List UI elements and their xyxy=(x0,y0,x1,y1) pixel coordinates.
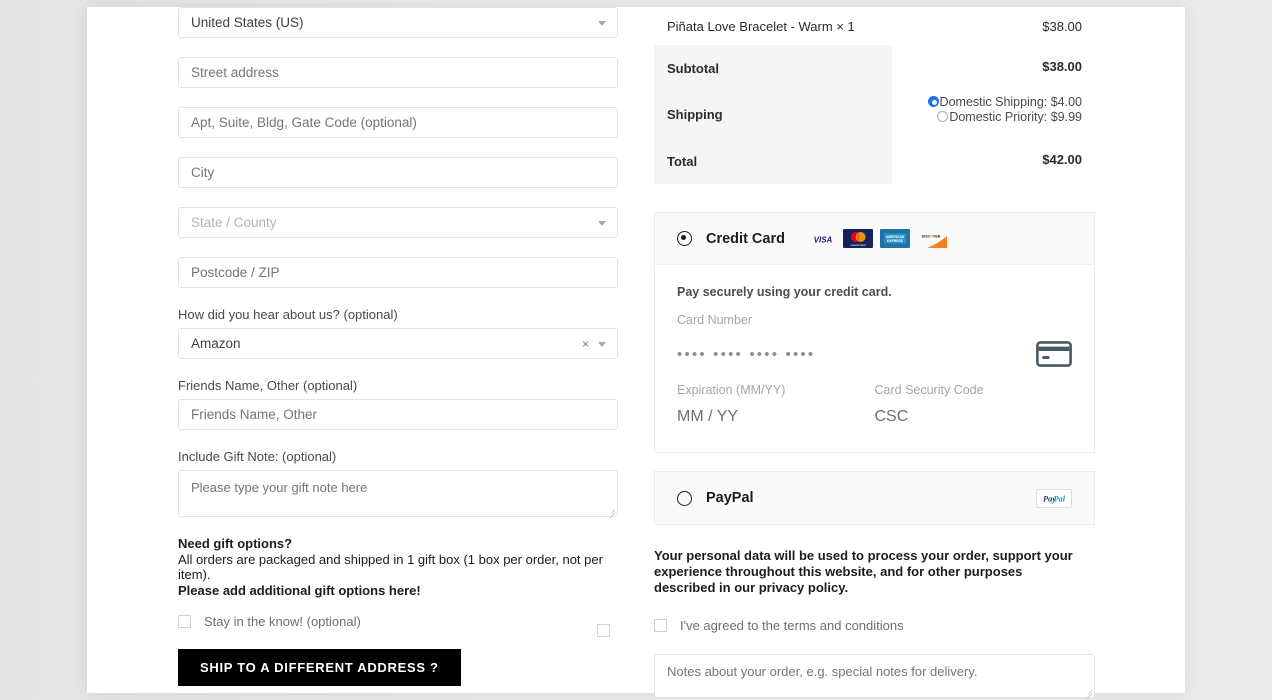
paypal-header[interactable]: PayPal Pay Pal xyxy=(655,472,1094,524)
expiration-field-group: Expiration (MM/YY) MM / YY xyxy=(677,383,875,426)
payment-method-paypal: PayPal Pay Pal xyxy=(654,471,1095,525)
hear-about-us-group: How did you hear about us? (optional) Am… xyxy=(178,307,618,359)
checkout-card: United States (US) State / County How di… xyxy=(87,7,1185,698)
terms-label: I've agreed to the terms and conditions xyxy=(680,618,904,633)
privacy-policy-text: Your personal data will be used to proce… xyxy=(654,548,1073,595)
shipping-option-priority[interactable]: Domestic Priority: $9.99 xyxy=(928,110,1082,125)
svg-text:Pal: Pal xyxy=(1054,494,1066,503)
total-value: $42.00 xyxy=(1042,152,1082,167)
subtotal-value: $38.00 xyxy=(1042,59,1082,74)
card-expiry-csc-row: Expiration (MM/YY) MM / YY Card Security… xyxy=(677,383,1072,426)
payment-method-credit-card: Credit Card VISA mastercard AMERICAN EXP… xyxy=(654,212,1095,453)
svg-text:VISA: VISA xyxy=(814,235,833,244)
order-notes-textarea[interactable] xyxy=(654,654,1095,698)
shipping-options: Domestic Shipping: $4.00 Domestic Priori… xyxy=(927,95,1082,125)
card-number-label: Card Number xyxy=(677,313,753,327)
gift-note-textarea[interactable] xyxy=(178,470,618,517)
credit-card-icon xyxy=(1036,341,1072,367)
subtotal-label: Subtotal xyxy=(667,60,719,76)
stay-in-know-row[interactable]: Stay in the know! (optional) xyxy=(178,614,618,629)
city-input[interactable] xyxy=(178,157,618,188)
visa-logo: VISA xyxy=(814,235,833,244)
page-background: United States (US) State / County How di… xyxy=(0,0,1272,700)
hear-about-us-value: Amazon xyxy=(191,336,241,351)
chevron-down-icon xyxy=(598,341,606,347)
amex-logo: AMERICAN EXPRESS xyxy=(879,229,910,248)
order-totals: Subtotal Shipping Total $38.00 Domestic … xyxy=(654,45,1095,184)
friends-name-label: Friends Name, Other (optional) xyxy=(178,378,358,393)
ship-to-different-address-button[interactable]: SHIP TO A DIFFERENT ADDRESS ? xyxy=(178,649,461,686)
subtotal-row: Subtotal xyxy=(654,45,892,91)
expiration-label: Expiration (MM/YY) xyxy=(677,383,786,397)
stay-in-know-checkbox[interactable] xyxy=(178,615,191,628)
state-select-value: State / County xyxy=(191,215,277,230)
credit-card-body: Pay securely using your credit card. Car… xyxy=(655,265,1094,452)
paypal-logo: Pay Pal xyxy=(1036,488,1072,508)
hear-about-us-label: How did you hear about us? (optional) xyxy=(178,307,398,322)
order-notes-wrap xyxy=(654,654,1095,698)
credit-card-header[interactable]: Credit Card VISA mastercard AMERICAN EXP… xyxy=(655,213,1094,265)
svg-text:mastercard: mastercard xyxy=(850,243,866,247)
gift-options-detail: All orders are packaged and shipped in 1… xyxy=(178,551,603,583)
terms-checkbox[interactable] xyxy=(654,619,667,632)
ship-different-address-checkbox[interactable] xyxy=(597,624,610,637)
state-select[interactable]: State / County xyxy=(178,207,618,238)
order-totals-panel: Subtotal Shipping Total xyxy=(654,45,892,184)
gift-options-heading: Need gift options? xyxy=(178,536,293,551)
card-brand-logos: VISA mastercard AMERICAN EXPRESS DISCOVE… xyxy=(810,229,947,248)
mastercard-logo: mastercard xyxy=(842,229,873,248)
svg-text:EXPRESS: EXPRESS xyxy=(887,239,904,243)
order-line-item-qty: × 1 xyxy=(836,19,855,34)
svg-text:DISCOVER: DISCOVER xyxy=(922,234,941,238)
expiration-input[interactable]: MM / YY xyxy=(677,408,875,426)
shipping-option-domestic[interactable]: Domestic Shipping: $4.00 xyxy=(927,95,1082,110)
chevron-down-icon xyxy=(598,20,606,26)
terms-row[interactable]: I've agreed to the terms and conditions xyxy=(654,618,1095,633)
shipping-option-domestic-label: Domestic Shipping: $4.00 xyxy=(939,95,1082,109)
stay-in-know-label: Stay in the know! (optional) xyxy=(204,614,361,629)
shipping-option-domestic-radio[interactable] xyxy=(927,96,939,107)
order-line-item-name: Piñata Love Bracelet - Warm xyxy=(667,19,833,34)
shipping-label: Shipping xyxy=(667,107,723,122)
gift-note-group: Include Gift Note: (optional) xyxy=(178,449,618,517)
total-row: Total xyxy=(654,138,892,184)
country-select[interactable]: United States (US) xyxy=(178,7,618,38)
friends-name-group: Friends Name, Other (optional) xyxy=(178,378,618,430)
credit-card-description: Pay securely using your credit card. xyxy=(677,285,892,299)
shipping-row: Shipping xyxy=(654,91,892,138)
credit-card-radio[interactable] xyxy=(677,231,692,246)
postcode-input[interactable] xyxy=(178,257,618,288)
credit-card-label: Credit Card xyxy=(706,230,785,247)
order-review-column: Piñata Love Bracelet - Warm × 1 $38.00 S… xyxy=(654,7,1095,700)
order-line-item: Piñata Love Bracelet - Warm × 1 $38.00 xyxy=(654,7,1095,45)
card-number-input[interactable]: •••• •••• •••• •••• xyxy=(677,346,815,363)
shipping-option-priority-radio[interactable] xyxy=(937,110,949,122)
clear-selection-icon[interactable]: × xyxy=(582,338,589,350)
discover-logo: DISCOVER xyxy=(916,229,947,248)
gift-options-cta: Please add additional gift options here! xyxy=(178,582,421,598)
csc-input[interactable]: CSC xyxy=(875,408,1073,426)
gift-note-label: Include Gift Note: (optional) xyxy=(178,449,337,464)
card-number-row[interactable]: •••• •••• •••• •••• xyxy=(677,341,1072,367)
chevron-down-icon xyxy=(598,220,606,226)
order-line-item-name-wrap: Piñata Love Bracelet - Warm × 1 xyxy=(667,19,855,34)
friends-name-input[interactable] xyxy=(178,399,618,430)
apartment-input[interactable] xyxy=(178,107,618,138)
csc-label: Card Security Code xyxy=(874,383,984,397)
csc-field-group: Card Security Code CSC xyxy=(875,383,1073,426)
total-label: Total xyxy=(667,153,698,169)
street-address-input[interactable] xyxy=(178,57,618,88)
country-select-value: United States (US) xyxy=(191,15,304,30)
gift-options-info: Need gift options? All orders are packag… xyxy=(178,536,618,598)
hear-about-us-select[interactable]: Amazon × xyxy=(178,328,618,359)
billing-form-column: United States (US) State / County How di… xyxy=(178,7,618,686)
shipping-option-priority-label: Domestic Priority: $9.99 xyxy=(949,109,1082,124)
order-line-item-price: $38.00 xyxy=(1042,19,1082,34)
paypal-radio[interactable] xyxy=(677,490,692,506)
paypal-label: PayPal xyxy=(706,490,754,506)
